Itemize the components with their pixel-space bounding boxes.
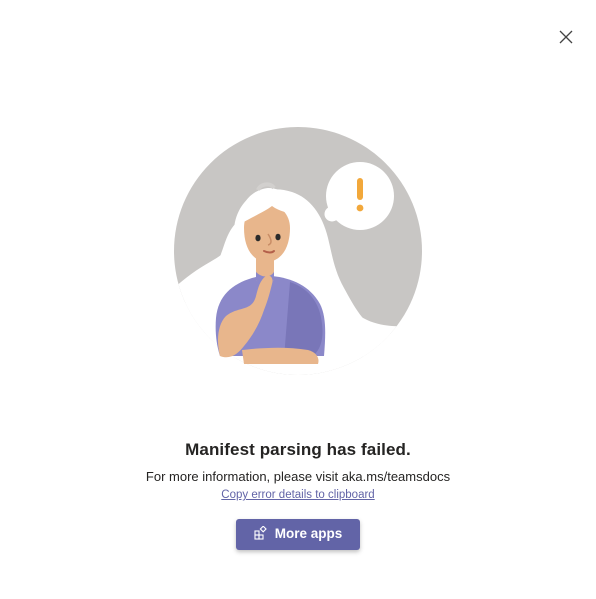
left-eye [255,234,261,242]
info-text: For more information, please visit aka.m… [145,469,451,484]
more-apps-label: More apps [274,525,343,541]
copy-error-details-container: Copy error details to clipboard [0,489,596,501]
copy-error-details-link[interactable]: Copy error details to clipboard [221,489,374,501]
error-dialog: Manifest parsing has failed. For more in… [0,0,596,599]
error-illustration [174,127,422,375]
right-eye [275,233,281,241]
exclamation-icon [357,178,363,200]
more-apps-button[interactable]: More apps [236,519,360,550]
error-title: Manifest parsing has failed. [185,440,411,459]
close-icon [559,30,573,44]
apps-icon [254,526,268,540]
close-button[interactable] [554,25,578,49]
thought-bubble-small [311,216,321,226]
